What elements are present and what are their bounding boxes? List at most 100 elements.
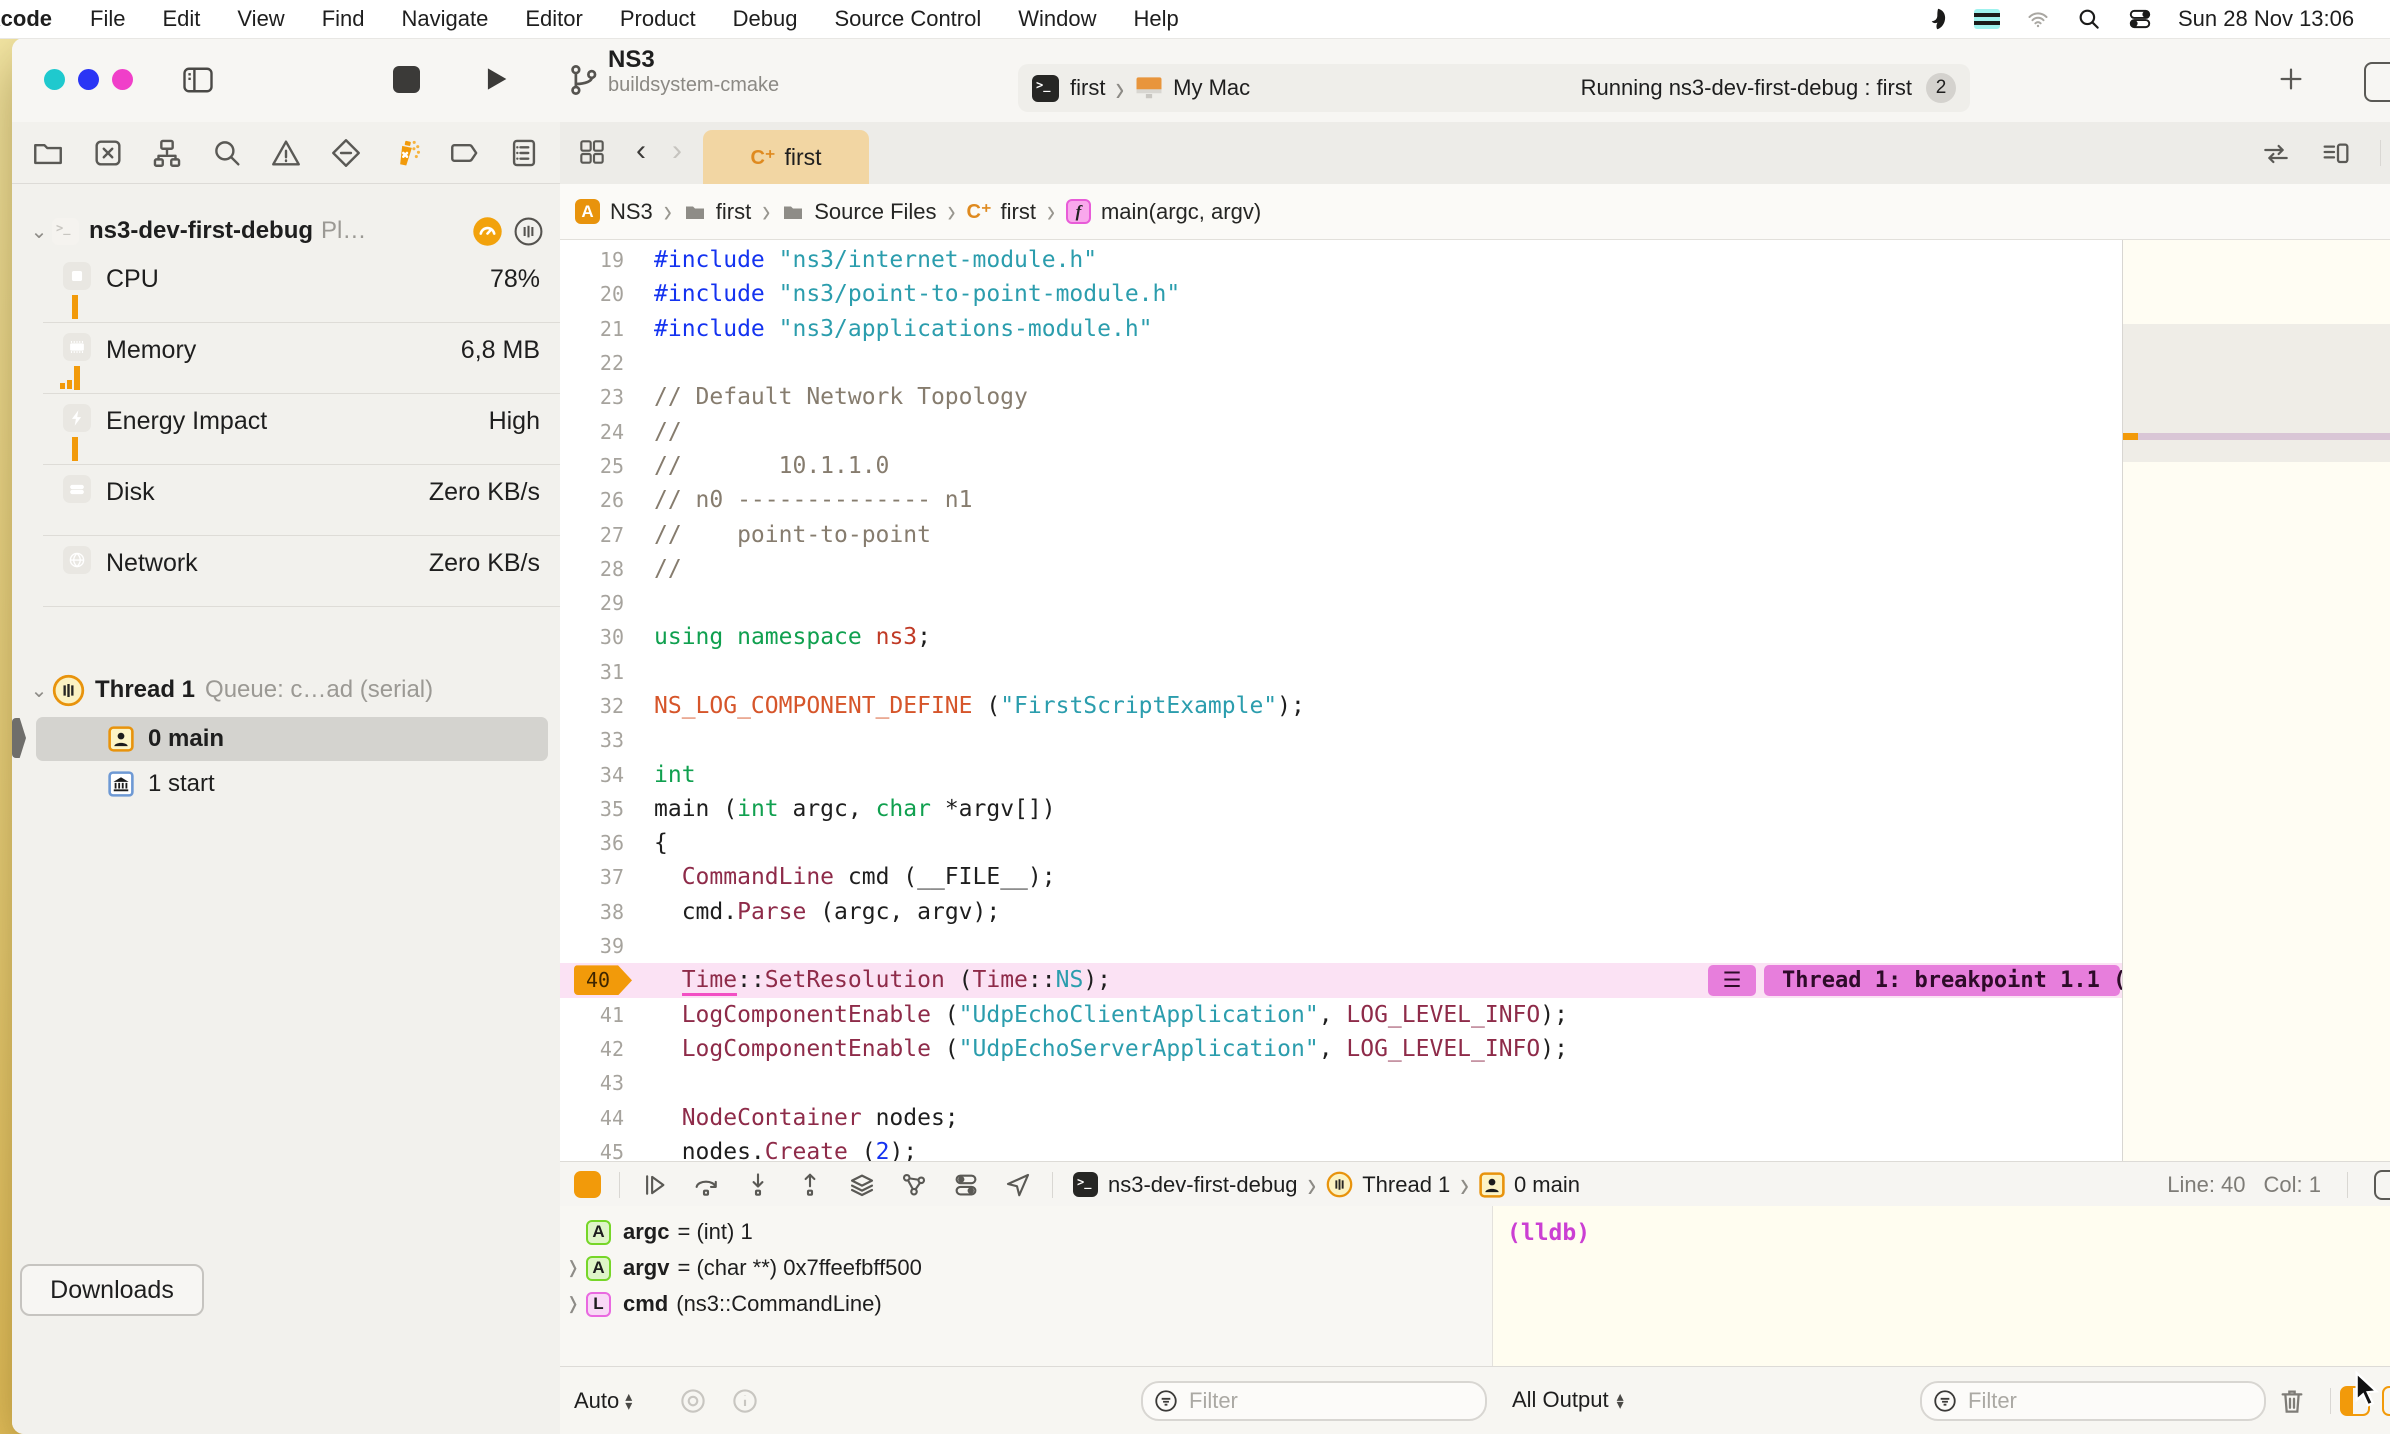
line-number[interactable]: 29 bbox=[560, 591, 638, 615]
menu-item-file[interactable]: File bbox=[90, 6, 125, 32]
variable-row-cmd[interactable]: ❭ Lcmd (ns3::CommandLine) bbox=[560, 1286, 1492, 1322]
menu-item-product[interactable]: Product bbox=[620, 6, 696, 32]
breakpoints-toggle-button[interactable] bbox=[574, 1171, 601, 1198]
gauge-row-energy-impact[interactable]: Energy Impact High bbox=[12, 394, 560, 465]
jump-folder2[interactable]: Source Files bbox=[814, 199, 936, 225]
disclosure-chevron-icon[interactable]: ❭ bbox=[560, 1258, 586, 1278]
menu-item-find[interactable]: Find bbox=[322, 6, 365, 32]
jump-symbol[interactable]: main(argc, argv) bbox=[1101, 199, 1261, 225]
menu-item-edit[interactable]: Edit bbox=[162, 6, 200, 32]
view-hierarchy-icon[interactable] bbox=[845, 1168, 879, 1202]
jump-folder1[interactable]: first bbox=[716, 199, 751, 225]
thread-view-toggle-icon[interactable] bbox=[513, 216, 544, 247]
control-center-icon[interactable] bbox=[2126, 6, 2154, 32]
variables-scope-picker[interactable]: Auto ▴ ▾ bbox=[574, 1388, 632, 1414]
chevron-down-icon[interactable]: ⌄ bbox=[26, 678, 52, 703]
breakpoints-icon[interactable] bbox=[443, 131, 487, 175]
line-number[interactable]: 33 bbox=[560, 728, 638, 752]
variables-filter-field[interactable]: Filter bbox=[1141, 1381, 1487, 1421]
step-out-icon[interactable] bbox=[793, 1168, 827, 1202]
spotlight-icon[interactable] bbox=[2076, 6, 2102, 32]
trash-icon[interactable] bbox=[2276, 1385, 2308, 1417]
line-number[interactable]: 26 bbox=[560, 488, 638, 512]
menu-item-view[interactable]: View bbox=[237, 6, 284, 32]
console-output-picker[interactable]: All Output ▴ ▾ bbox=[1512, 1387, 1624, 1413]
line-number[interactable]: 42 bbox=[560, 1037, 638, 1061]
gauge-row-cpu[interactable]: CPU 78% bbox=[12, 252, 560, 323]
line-number[interactable]: 35 bbox=[560, 797, 638, 821]
line-number[interactable]: 32 bbox=[560, 694, 638, 718]
minimize-window-button[interactable] bbox=[78, 69, 99, 90]
menu-app-name[interactable]: Xcode bbox=[0, 6, 52, 32]
console-filter-field[interactable]: Filter bbox=[1920, 1381, 2266, 1421]
debug-gauge-icon[interactable] bbox=[383, 131, 427, 175]
line-number[interactable]: 30 bbox=[560, 625, 638, 649]
breakpoint-badge[interactable]: 40 bbox=[574, 965, 632, 996]
continue-icon[interactable] bbox=[637, 1168, 671, 1202]
line-number[interactable]: 23 bbox=[560, 385, 638, 409]
line-number[interactable]: 28 bbox=[560, 557, 638, 581]
gauge-row-memory[interactable]: Memory 6,8 MB bbox=[12, 323, 560, 394]
menu-item-debug[interactable]: Debug bbox=[733, 6, 798, 32]
symbols-icon[interactable] bbox=[145, 131, 189, 175]
tests-icon[interactable] bbox=[324, 131, 368, 175]
forward-button[interactable]: › bbox=[672, 134, 682, 168]
line-number[interactable]: 40 bbox=[560, 965, 638, 996]
info-icon[interactable] bbox=[730, 1386, 760, 1416]
jump-bar[interactable]: A NS3 › first › Source Files › C⁺ first … bbox=[560, 184, 2390, 240]
line-number[interactable]: 21 bbox=[560, 317, 638, 341]
editor-only-icon[interactable] bbox=[2374, 1169, 2390, 1200]
source-control-icon[interactable] bbox=[86, 131, 130, 175]
destination-name[interactable]: My Mac bbox=[1173, 75, 1250, 101]
sidebar-toggle-icon[interactable] bbox=[180, 62, 216, 98]
app-logo-icon[interactable] bbox=[1924, 6, 1950, 32]
breakpoint-annotation[interactable]: ☰ Thread 1: breakpoint 1.1 (1) bbox=[1708, 965, 2122, 996]
step-into-icon[interactable] bbox=[741, 1168, 775, 1202]
project-title-block[interactable]: NS3 buildsystem-cmake bbox=[608, 46, 779, 97]
line-number[interactable]: 43 bbox=[560, 1071, 638, 1095]
zoom-window-button[interactable] bbox=[112, 69, 133, 90]
step-over-icon[interactable] bbox=[689, 1168, 723, 1202]
issues-icon[interactable] bbox=[264, 131, 308, 175]
thread-row[interactable]: ⌄ Thread 1 Queue: c…ad (serial) bbox=[12, 667, 560, 713]
line-number[interactable]: 41 bbox=[560, 1003, 638, 1027]
line-number[interactable]: 34 bbox=[560, 763, 638, 787]
line-number[interactable]: 38 bbox=[560, 900, 638, 924]
line-number[interactable]: 31 bbox=[560, 660, 638, 684]
library-icon[interactable] bbox=[2364, 62, 2390, 102]
memory-graph-icon[interactable] bbox=[897, 1168, 931, 1202]
editor-grid-icon[interactable] bbox=[576, 136, 608, 168]
line-number[interactable]: 25 bbox=[560, 454, 638, 478]
line-number[interactable]: 36 bbox=[560, 831, 638, 855]
scheme-name[interactable]: first bbox=[1070, 75, 1105, 101]
menu-item-help[interactable]: Help bbox=[1134, 6, 1179, 32]
wifi-icon[interactable] bbox=[2024, 7, 2052, 31]
menu-item-source-control[interactable]: Source Control bbox=[835, 6, 982, 32]
close-window-button[interactable] bbox=[44, 69, 65, 90]
line-number[interactable]: 27 bbox=[560, 523, 638, 547]
project-navigator-icon[interactable] bbox=[26, 131, 70, 175]
scheme-selector[interactable]: >_ first › My Mac Running ns3-dev-first-… bbox=[1018, 64, 1970, 112]
reports-icon[interactable] bbox=[502, 131, 546, 175]
variable-row-argc[interactable]: Aargc = (int) 1 bbox=[560, 1214, 1492, 1250]
crumb-thread[interactable]: Thread 1 bbox=[1362, 1172, 1450, 1198]
gauge-row-network[interactable]: Network Zero KB/s bbox=[12, 536, 560, 607]
gauge-row-disk[interactable]: Disk Zero KB/s bbox=[12, 465, 560, 536]
watch-eye-icon[interactable] bbox=[678, 1386, 708, 1416]
crumb-frame[interactable]: 0 main bbox=[1514, 1172, 1580, 1198]
line-number[interactable]: 20 bbox=[560, 282, 638, 306]
menu-item-navigate[interactable]: Navigate bbox=[402, 6, 489, 32]
line-number[interactable]: 44 bbox=[560, 1106, 638, 1130]
variables-view[interactable]: Aargc = (int) 1 ❭ Aargv = (char **) 0x7ffeef… bbox=[560, 1206, 1492, 1366]
crumb-process[interactable]: ns3-dev-first-debug bbox=[1108, 1172, 1298, 1198]
find-icon[interactable] bbox=[205, 131, 249, 175]
line-number[interactable]: 39 bbox=[560, 934, 638, 958]
minimap-pane[interactable] bbox=[2122, 240, 2390, 1162]
line-number[interactable]: 22 bbox=[560, 351, 638, 375]
tab-first[interactable]: C⁺ first bbox=[703, 130, 869, 184]
stack-frame-0-main[interactable]: 0 main bbox=[36, 717, 548, 761]
menu-item-editor[interactable]: Editor bbox=[525, 6, 582, 32]
console-view[interactable]: (lldb) bbox=[1492, 1206, 2390, 1366]
stack-frame-1-start[interactable]: 1 start bbox=[36, 762, 548, 806]
issue-count-badge[interactable]: 2 bbox=[1926, 73, 1956, 103]
